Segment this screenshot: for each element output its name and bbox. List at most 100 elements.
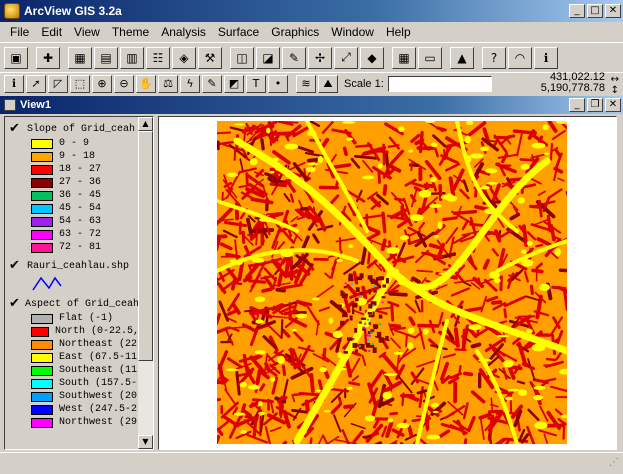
pan-tool[interactable]: ✋ [136,74,156,93]
view-close-button[interactable]: ✕ [605,98,621,112]
scale-input[interactable] [387,75,492,92]
resize-grip-icon[interactable]: ⋰ [605,456,619,470]
info-icon: ℹ [543,50,549,65]
theme-header[interactable]: ✔ Slope of Grid_ceah [9,121,139,137]
legend-class[interactable]: Southeast (11 [31,364,139,377]
info-button[interactable]: ℹ [534,46,558,69]
locate-button[interactable]: ◈ [172,46,196,69]
open-table-button[interactable]: ▥ [120,46,144,69]
vertex-icon: ◸ [53,77,63,90]
raster-map[interactable] [217,121,567,444]
visibility-checkbox[interactable]: ✔ [9,122,23,136]
text-tool[interactable]: T [246,74,266,93]
pointer-tool[interactable]: ➚ [26,74,46,93]
visibility-checkbox[interactable]: ✔ [9,297,21,311]
theme-entry[interactable]: ✔ Rauri_ceahlau.shp [9,258,139,292]
zoom-in-full-button[interactable]: ✢ [308,46,332,69]
theme-properties-button[interactable]: ▦ [68,46,92,69]
histogram-button[interactable]: ▲ [450,46,474,69]
contour-tool[interactable]: ≋ [296,74,316,93]
legend-class[interactable]: Southwest (20 [31,390,139,403]
table-of-contents[interactable]: ✔ Slope of Grid_ceah 0 - 9 9 - 18 18 - 27 27 … [4,116,154,450]
zoom-selected-button[interactable]: ◪ [256,46,280,69]
menu-edit[interactable]: Edit [35,25,68,39]
menu-graphics[interactable]: Graphics [265,25,325,39]
theme-header[interactable]: ✔ Aspect of Grid_ceah [9,296,139,312]
vertex-edit-tool[interactable]: ◸ [48,74,68,93]
legend-class[interactable]: East (67.5-11 [31,351,139,364]
pan-arrow-button[interactable]: ◆ [360,46,384,69]
scale-label: Scale 1: [344,77,384,90]
label-icon: ✎ [207,77,217,90]
legend-class[interactable]: 36 - 45 [31,189,139,202]
legend-class[interactable]: South (157.5- [31,377,139,390]
clear-selected-button[interactable]: ✎ [282,46,306,69]
legend-class[interactable]: Northeast (22 [31,338,139,351]
menu-theme[interactable]: Theme [106,25,155,39]
theme-entry[interactable]: ✔ Slope of Grid_ceah 0 - 9 9 - 18 18 - 27 27 … [9,121,139,254]
grid-select-button[interactable]: ▦ [392,46,416,69]
menu-help[interactable]: Help [380,25,417,39]
hammer-button[interactable]: ⚒ [198,46,222,69]
save-button[interactable]: ▣ [4,46,28,69]
query-builder-button[interactable]: ☷ [146,46,170,69]
measure-tool[interactable]: ⚖ [158,74,178,93]
menu-view[interactable]: View [68,25,106,39]
query-icon: ☷ [152,50,164,65]
menu-window[interactable]: Window [325,25,380,39]
legend-class[interactable]: 27 - 36 [31,176,139,189]
legend-label: South (157.5- [59,378,138,389]
area-tool[interactable]: ◩ [224,74,244,93]
menu-analysis[interactable]: Analysis [155,25,212,39]
scroll-up-button[interactable]: ▲ [138,117,153,131]
hotlink-tool[interactable]: ϟ [180,74,200,93]
legend-class[interactable]: 54 - 63 [31,215,139,228]
zoom-active-button[interactable]: ◫ [230,46,254,69]
menu-file[interactable]: File [4,25,35,39]
theme-entry[interactable]: ✔ Aspect of Grid_ceah Flat (-1) North (0-22… [9,296,139,429]
map-display[interactable] [158,116,617,450]
legend-class[interactable]: 63 - 72 [31,228,139,241]
zoom-in-tool[interactable]: ⊕ [92,74,112,93]
edit-legend-button[interactable]: ▤ [94,46,118,69]
add-theme-button[interactable]: ✚ [36,46,60,69]
label-tool[interactable]: ✎ [202,74,222,93]
toc-scrollbar[interactable]: ▲ ▼ [138,117,153,449]
zoom-full-button[interactable]: ⤢ [334,46,358,69]
legend-class[interactable]: 18 - 27 [31,163,139,176]
legend-class[interactable]: Flat (-1) [31,312,139,325]
legend-class[interactable]: 45 - 54 [31,202,139,215]
identify-tool[interactable]: ℹ [4,74,24,93]
legend-class[interactable]: 9 - 18 [31,150,139,163]
app-title-bar[interactable]: ArcView GIS 3.2a _ □ ✕ [0,0,623,22]
view-window-title[interactable]: View1 _ ❐ ✕ [0,96,623,114]
profile-tool[interactable]: ⛰ [318,74,338,93]
zoom-out-tool[interactable]: ⊖ [114,74,134,93]
point-tool[interactable]: • [268,74,288,93]
hammer-icon: ⚒ [204,50,216,65]
theme-header[interactable]: ✔ Rauri_ceahlau.shp [9,258,139,274]
zoom-in-icon: ⊕ [97,77,107,90]
legend-label: 36 - 45 [59,190,102,201]
minimize-button[interactable]: _ [569,4,585,18]
expand-icon: ✢ [314,50,326,65]
view-restore-button[interactable]: ❐ [587,98,603,112]
visibility-checkbox[interactable]: ✔ [9,259,23,273]
legend-class[interactable]: West (247.5-2 [31,403,139,416]
histogram-icon: ▲ [457,50,467,65]
scroll-down-button[interactable]: ▼ [138,435,153,449]
help-button[interactable]: ? [482,46,506,69]
hotlink-button[interactable]: ◠ [508,46,532,69]
legend-class[interactable]: Northwest (29 [31,416,139,429]
legend-class[interactable]: North (0-22.5, [31,325,139,338]
layout-button[interactable]: ▭ [418,46,442,69]
legend-class[interactable]: 0 - 9 [31,137,139,150]
select-feature-tool[interactable]: ⬚ [70,74,90,93]
menu-surface[interactable]: Surface [212,25,265,39]
legend-class[interactable]: 72 - 81 [31,241,139,254]
legend-swatch [31,417,53,428]
close-button[interactable]: ✕ [605,4,621,18]
restore-button[interactable]: □ [587,4,603,18]
scroll-thumb[interactable] [138,131,153,361]
view-minimize-button[interactable]: _ [569,98,585,112]
